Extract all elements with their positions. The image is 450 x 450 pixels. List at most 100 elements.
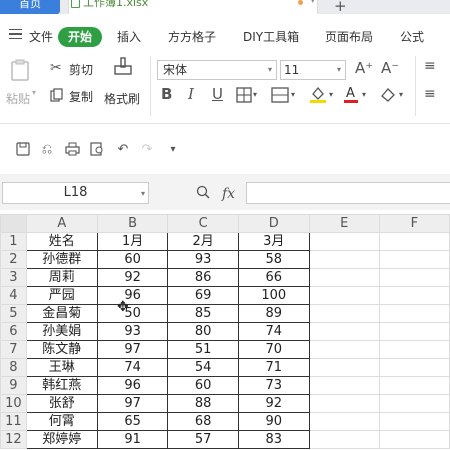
chevron-down-icon[interactable]: ▾ — [310, 0, 315, 6]
cell[interactable]: 74 — [96, 358, 169, 377]
row-header[interactable]: 9 — [0, 376, 27, 395]
cell[interactable] — [378, 286, 450, 305]
cell[interactable] — [308, 268, 380, 287]
select-all-corner[interactable] — [0, 214, 27, 233]
save-icon[interactable] — [15, 142, 31, 158]
cell[interactable] — [308, 286, 380, 305]
cell[interactable] — [378, 268, 450, 287]
align-top-icon[interactable]: ≡ — [424, 58, 436, 74]
paste-label[interactable]: 粘贴 — [6, 90, 30, 107]
cell[interactable]: 姓名 — [25, 232, 98, 251]
chevron-down-icon[interactable]: ▾ — [329, 87, 333, 103]
menu-insert[interactable]: 插入 — [117, 28, 141, 46]
cell[interactable] — [378, 358, 450, 377]
cell[interactable]: 97 — [96, 340, 169, 359]
cell[interactable] — [308, 304, 380, 323]
cell[interactable]: 金昌菊 — [25, 304, 98, 323]
cell[interactable]: 58 — [237, 250, 310, 269]
cell[interactable]: 60 — [96, 250, 169, 269]
cell[interactable] — [378, 430, 450, 449]
row-header[interactable]: 2 — [0, 250, 27, 269]
cell[interactable]: 97 — [96, 394, 169, 413]
customize-chevron-icon[interactable]: ▾ — [165, 142, 181, 158]
cell[interactable] — [308, 232, 380, 251]
cell[interactable]: 96 — [96, 376, 169, 395]
redo-icon[interactable]: ↷ — [139, 142, 155, 158]
chevron-down-icon[interactable]: ▾ — [253, 87, 257, 103]
menu-formula[interactable]: 公式 — [400, 28, 424, 46]
cell[interactable]: 74 — [237, 322, 310, 341]
cell[interactable]: 57 — [167, 430, 239, 449]
print-icon[interactable] — [64, 142, 80, 158]
shrink-font-icon[interactable]: A⁻ — [381, 60, 399, 76]
new-tab-plus-icon[interactable]: + — [334, 0, 347, 15]
cell[interactable]: 88 — [167, 394, 239, 413]
row-header[interactable]: 11 — [0, 412, 27, 431]
cell[interactable]: 孙德群 — [25, 250, 98, 269]
cell[interactable] — [308, 430, 380, 449]
menu-file[interactable]: 文件 — [29, 28, 53, 46]
row-header[interactable]: 8 — [0, 358, 27, 377]
paste-chevron-icon[interactable]: ▾ — [32, 88, 36, 97]
grow-font-icon[interactable]: A⁺ — [355, 60, 373, 76]
cell[interactable] — [378, 412, 450, 431]
cell[interactable] — [378, 250, 450, 269]
paste-icon[interactable] — [9, 58, 33, 82]
cell[interactable]: 80 — [167, 322, 239, 341]
hamburger-menu-icon[interactable] — [9, 29, 22, 39]
cut-button[interactable]: 剪切 — [69, 61, 93, 78]
bold-button[interactable]: B — [161, 86, 172, 102]
formula-input[interactable] — [246, 182, 450, 204]
name-box[interactable]: L18 ▾ — [2, 182, 149, 204]
row-header[interactable]: 6 — [0, 322, 27, 341]
cell[interactable]: 周莉 — [25, 268, 98, 287]
cell[interactable]: 1月 — [96, 232, 169, 251]
row-header[interactable]: 1 — [0, 232, 27, 251]
cell[interactable]: 韩红燕 — [25, 376, 98, 395]
cell[interactable]: 90 — [237, 412, 310, 431]
home-tab[interactable]: 首页 — [0, 0, 60, 14]
cell[interactable] — [378, 232, 450, 251]
format-painter-button[interactable]: 格式刷 — [104, 90, 140, 107]
document-tab[interactable]: 工作簿1.xlsx ▾ — [68, 0, 318, 14]
cell[interactable]: 85 — [167, 304, 239, 323]
menu-start[interactable]: 开始 — [58, 27, 102, 47]
cell[interactable]: 郑婷婷 — [25, 430, 98, 449]
fill-color-icon[interactable] — [308, 84, 328, 104]
spreadsheet-grid[interactable]: A B C D E F 1 姓名 1月 2月 3月 2 孙德群 60 93 58 3 周莉 92 86 66 4 严园 96 6… — [0, 214, 450, 450]
column-header[interactable]: B — [96, 214, 169, 233]
column-header[interactable]: F — [378, 214, 450, 233]
cell[interactable] — [308, 250, 380, 269]
cell[interactable]: 83 — [237, 430, 310, 449]
cell[interactable]: 92 — [96, 268, 169, 287]
underline-button[interactable]: U — [212, 86, 223, 102]
format-painter-icon[interactable] — [112, 56, 134, 80]
cell[interactable]: 86 — [167, 268, 239, 287]
cell[interactable]: 92 — [237, 394, 310, 413]
cell[interactable] — [308, 340, 380, 359]
cell[interactable] — [378, 340, 450, 359]
column-header[interactable]: E — [308, 214, 380, 233]
cell[interactable] — [378, 394, 450, 413]
cell[interactable]: 66 — [237, 268, 310, 287]
undo-icon[interactable]: ↶ — [115, 142, 131, 158]
cell[interactable]: 张舒 — [25, 394, 98, 413]
cell[interactable]: 91 — [96, 430, 169, 449]
output-pdf-icon[interactable]: ⎌ — [39, 142, 55, 158]
chevron-down-icon[interactable]: ▾ — [399, 87, 403, 103]
cell[interactable]: 100 — [237, 286, 310, 305]
row-header[interactable]: 3 — [0, 268, 27, 287]
cell[interactable]: 93 — [167, 250, 239, 269]
cell[interactable]: 孙美娟 — [25, 322, 98, 341]
cell-grid[interactable]: A B C D E F 1 姓名 1月 2月 3月 2 孙德群 60 93 58 3 周莉 92 86 66 4 严园 96 6… — [0, 214, 450, 449]
cell[interactable]: 51 — [167, 340, 239, 359]
cell[interactable]: 68 — [167, 412, 239, 431]
cell[interactable] — [378, 304, 450, 323]
italic-button[interactable]: I — [188, 86, 194, 102]
font-size-select[interactable]: 11 ▾ — [280, 60, 346, 80]
row-header[interactable]: 10 — [0, 394, 27, 413]
row-header[interactable]: 4 — [0, 286, 27, 305]
font-color-icon[interactable]: A — [342, 84, 360, 104]
align-left-icon[interactable]: ≡ — [424, 86, 436, 102]
chevron-down-icon[interactable]: ▾ — [291, 87, 295, 103]
